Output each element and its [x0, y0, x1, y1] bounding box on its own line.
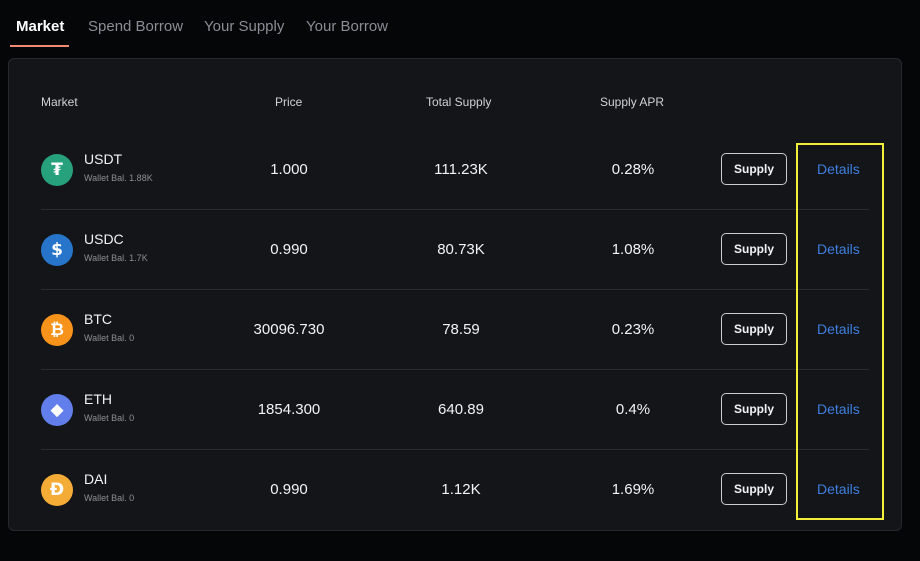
total-supply-value: 80.73K: [437, 241, 485, 258]
price-value: 1.000: [270, 161, 308, 178]
ethereum-icon: ◆: [41, 394, 73, 426]
price-value: 1854.300: [257, 401, 321, 418]
supply-button[interactable]: Supply: [721, 393, 787, 425]
bitcoin-icon: ₿: [41, 314, 73, 346]
wallet-balance: Wallet Bal. 0: [84, 493, 135, 503]
supply-apr-value: 1.69%: [611, 481, 655, 498]
wallet-balance: Wallet Bal. 0: [84, 413, 135, 423]
tab-bar: Market Spend Borrow Your Supply Your Bor…: [0, 0, 920, 50]
asset-symbol: USDT: [84, 151, 123, 167]
total-supply-value: 111.23K: [434, 161, 488, 178]
usdc-icon: $: [41, 234, 73, 266]
header-supply-apr: Supply APR: [600, 95, 665, 109]
details-highlight-box: [796, 143, 884, 520]
table-row: ₿ BTC Wallet Bal. 0 30096.730 78.59 0.23% Supp…: [41, 290, 869, 370]
total-supply-value: 1.12K: [441, 481, 481, 498]
dai-icon: Đ: [41, 474, 73, 506]
supply-apr-value: 0.28%: [611, 161, 655, 178]
wallet-balance: Wallet Bal. 1.7K: [84, 253, 148, 263]
tab-your-supply[interactable]: Your Supply: [204, 18, 284, 35]
tether-icon: ₮: [41, 154, 73, 186]
supply-apr-value: 0.23%: [611, 321, 655, 338]
price-value: 0.990: [270, 481, 308, 498]
table-row: $ USDC Wallet Bal. 1.7K 0.990 80.73K 1.08% Sup…: [41, 210, 869, 290]
supply-button[interactable]: Supply: [721, 233, 787, 265]
total-supply-value: 640.89: [438, 401, 484, 418]
total-supply-value: 78.59: [442, 321, 480, 338]
tab-market[interactable]: Market: [16, 18, 64, 35]
tab-your-borrow[interactable]: Your Borrow: [306, 18, 388, 35]
supply-apr-value: 1.08%: [611, 241, 655, 258]
wallet-balance: Wallet Bal. 1.88K: [84, 173, 153, 183]
price-value: 30096.730: [253, 321, 325, 338]
table-row: ₮ USDT Wallet Bal. 1.88K 1.000 111.23K 0.28% S…: [41, 130, 869, 210]
header-price: Price: [275, 95, 303, 109]
asset-symbol: DAI: [84, 471, 108, 487]
header-market: Market: [41, 95, 78, 109]
tab-spend-borrow[interactable]: Spend Borrow: [88, 18, 183, 35]
asset-symbol: USDC: [84, 231, 124, 247]
wallet-balance: Wallet Bal. 0: [84, 333, 135, 343]
price-value: 0.990: [270, 241, 308, 258]
supply-apr-value: 0.4%: [615, 401, 651, 418]
active-tab-indicator: [10, 45, 69, 47]
supply-button[interactable]: Supply: [721, 473, 787, 505]
table-row: ◆ ETH Wallet Bal. 0 1854.300 640.89 0.4% Suppl…: [41, 370, 869, 450]
asset-symbol: BTC: [84, 311, 112, 327]
table-row: Đ DAI Wallet Bal. 0 0.990 1.12K 1.69% Supply De…: [41, 450, 869, 530]
asset-symbol: ETH: [84, 391, 112, 407]
supply-button[interactable]: Supply: [721, 153, 787, 185]
header-total-supply: Total Supply: [426, 95, 492, 109]
supply-button[interactable]: Supply: [721, 313, 787, 345]
